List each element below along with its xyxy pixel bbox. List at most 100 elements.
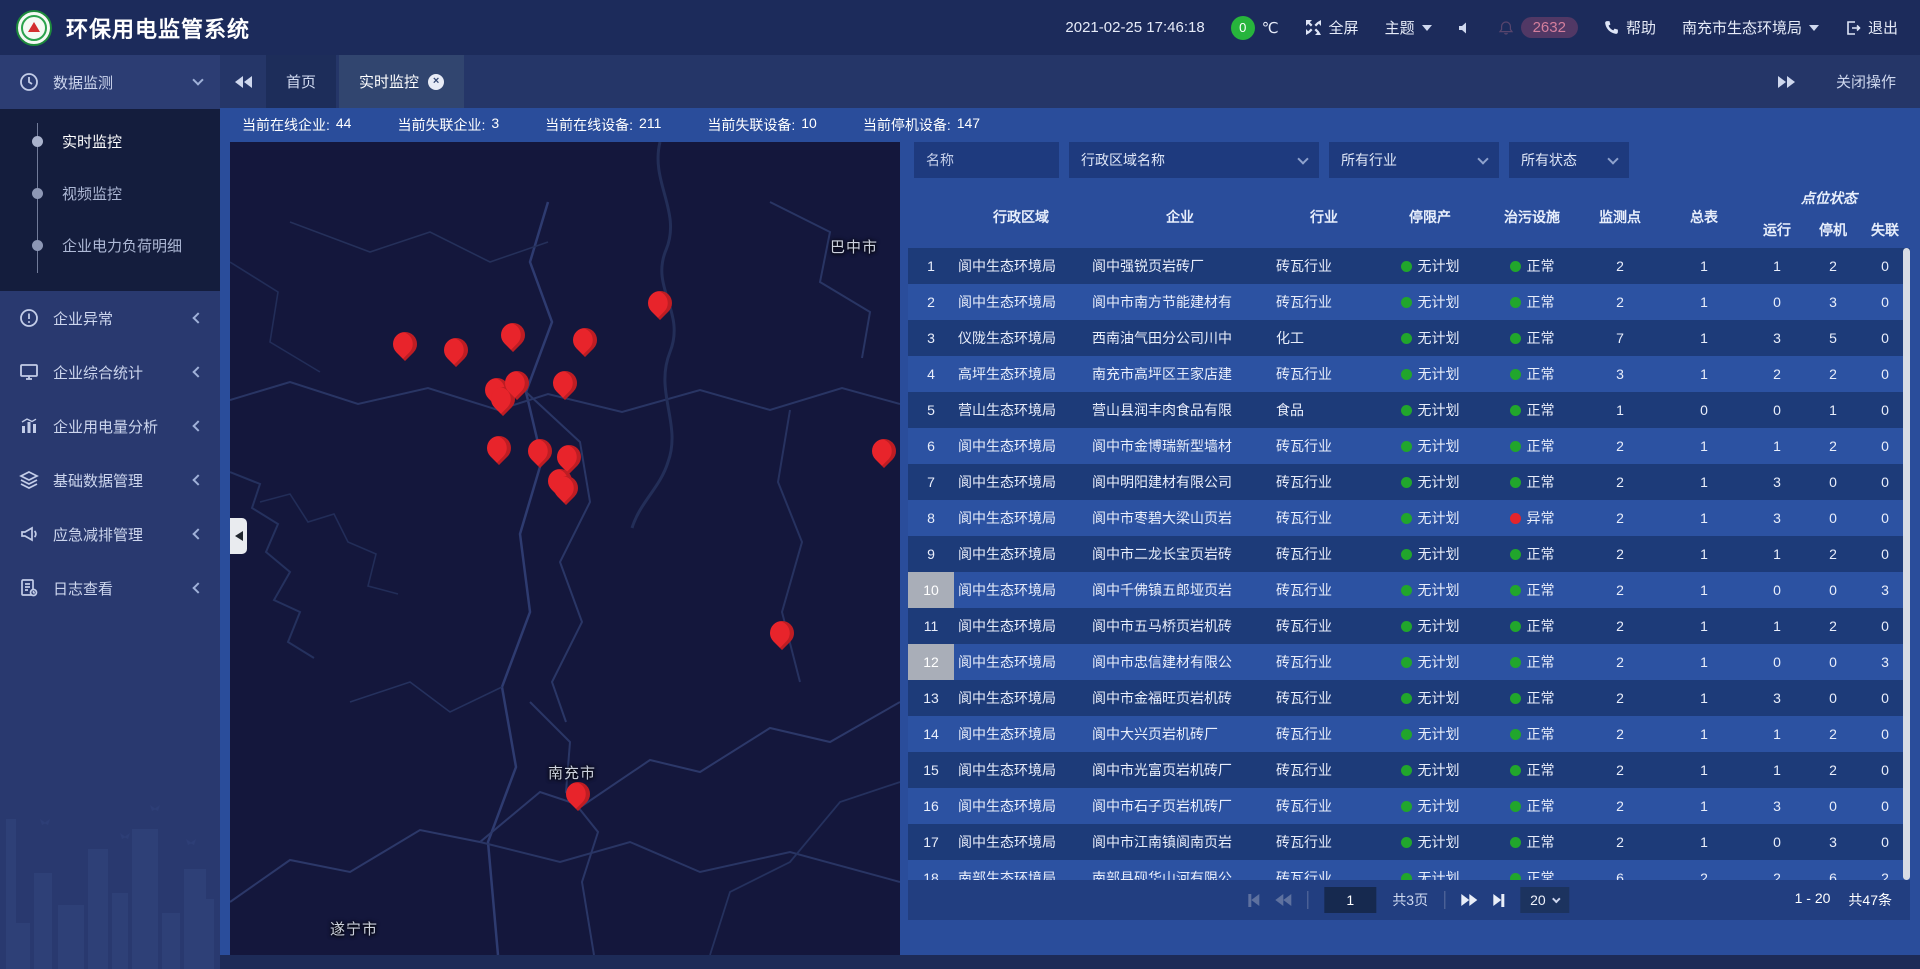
table-row[interactable]: 8 阆中生态环境局 阆中市枣碧大梁山页岩 砖瓦行业 无计划 异常 2 1 3 0… bbox=[908, 500, 1910, 536]
alert-icon bbox=[18, 307, 40, 329]
sidebar-subitem-2[interactable]: 企业电力负荷明细 bbox=[0, 219, 220, 271]
sidebar-item-4[interactable]: 基础数据管理 bbox=[0, 453, 220, 507]
cell-stop: 5 bbox=[1806, 320, 1860, 356]
row-index: 17 bbox=[908, 824, 954, 860]
table-row[interactable]: 12 阆中生态环境局 阆中市忠信建材有限公 砖瓦行业 无计划 正常 2 1 0 … bbox=[908, 644, 1910, 680]
notifications[interactable]: 2632 bbox=[1498, 17, 1578, 38]
cell-region: 南部生态环境局 bbox=[954, 860, 1088, 880]
table-row[interactable]: 16 阆中生态环境局 阆中市石子页岩机砖厂 砖瓦行业 无计划 正常 2 1 3 … bbox=[908, 788, 1910, 824]
cell-limit: 无计划 bbox=[1376, 320, 1484, 356]
logout-button[interactable]: 退出 bbox=[1845, 17, 1898, 38]
sidebar-item-0[interactable]: 数据监测 bbox=[0, 55, 220, 109]
status-dot-green bbox=[1401, 801, 1412, 812]
table-row[interactable]: 13 阆中生态环境局 阆中市金福旺页岩机砖 砖瓦行业 无计划 正常 2 1 3 … bbox=[908, 680, 1910, 716]
tab-realtime-monitor[interactable]: 实时监控 × bbox=[339, 55, 464, 108]
cell-points: 2 bbox=[1580, 428, 1660, 464]
sidebar-item-5[interactable]: 应急减排管理 bbox=[0, 507, 220, 561]
name-filter-input[interactable] bbox=[914, 142, 1059, 178]
mute-button[interactable] bbox=[1458, 21, 1472, 35]
row-index: 3 bbox=[908, 320, 954, 356]
status-filter-select[interactable]: 所有状态 bbox=[1509, 142, 1629, 178]
sidebar-item-3[interactable]: 企业用电量分析 bbox=[0, 399, 220, 453]
chevron-down-icon bbox=[192, 74, 203, 85]
cell-facility: 正常 bbox=[1484, 248, 1580, 284]
first-page-button[interactable] bbox=[1248, 894, 1259, 907]
cell-meter: 1 bbox=[1660, 752, 1748, 788]
status-dot-green bbox=[1401, 297, 1412, 308]
next-page-button[interactable] bbox=[1461, 894, 1477, 906]
cell-points: 2 bbox=[1580, 608, 1660, 644]
cell-region: 阆中生态环境局 bbox=[954, 572, 1088, 608]
sidebar-subitem-1[interactable]: 视频监控 bbox=[0, 167, 220, 219]
table-row[interactable]: 14 阆中生态环境局 阆中大兴页岩机砖厂 砖瓦行业 无计划 正常 2 1 1 2… bbox=[908, 716, 1910, 752]
prev-page-button[interactable] bbox=[1275, 894, 1291, 906]
sidebar-item-6[interactable]: 日志查看 bbox=[0, 561, 220, 615]
table-row[interactable]: 6 阆中生态环境局 阆中市金博瑞新型墙材 砖瓦行业 无计划 正常 2 1 1 2… bbox=[908, 428, 1910, 464]
table-row[interactable]: 9 阆中生态环境局 阆中市二龙长宝页岩砖 砖瓦行业 无计划 正常 2 1 1 2… bbox=[908, 536, 1910, 572]
cell-stop: 2 bbox=[1806, 356, 1860, 392]
cell-run: 0 bbox=[1748, 572, 1806, 608]
table-row[interactable]: 18 南部生态环境局 南部县砚华山河有限公 砖瓦行业 无计划 正常 6 2 2 … bbox=[908, 860, 1910, 880]
cell-meter: 0 bbox=[1660, 392, 1748, 428]
chevron-down-icon bbox=[1607, 153, 1618, 164]
cell-meter: 1 bbox=[1660, 320, 1748, 356]
filter-bar: 行政区域名称 所有行业 所有状态 bbox=[908, 142, 1910, 186]
org-dropdown[interactable]: 南充市生态环境局 bbox=[1682, 17, 1819, 38]
col-limit: 停限产 bbox=[1376, 207, 1484, 227]
table-row[interactable]: 3 仪陇生态环境局 西南油气田分公司川中 化工 无计划 正常 7 1 3 5 0 bbox=[908, 320, 1910, 356]
cell-meter: 1 bbox=[1660, 464, 1748, 500]
theme-dropdown[interactable]: 主题 bbox=[1385, 17, 1432, 38]
cell-points: 6 bbox=[1580, 860, 1660, 880]
sidebar-subitem-0[interactable]: 实时监控 bbox=[0, 115, 220, 167]
submenu-label: 企业电力负荷明细 bbox=[62, 235, 182, 256]
region-filter-select[interactable]: 行政区域名称 bbox=[1069, 142, 1319, 178]
tabs-scroll-right-button[interactable] bbox=[1764, 76, 1810, 88]
sidebar-item-2[interactable]: 企业综合统计 bbox=[0, 345, 220, 399]
col-region: 行政区域 bbox=[954, 207, 1088, 227]
fullscreen-button[interactable]: 全屏 bbox=[1305, 17, 1359, 38]
table-row[interactable]: 1 阆中生态环境局 阆中强锐页岩砖厂 砖瓦行业 无计划 正常 2 1 1 2 0 bbox=[908, 248, 1910, 284]
cell-meter: 1 bbox=[1660, 716, 1748, 752]
temperature-chip: 0 bbox=[1231, 16, 1255, 40]
col-stop: 停机 bbox=[1806, 220, 1860, 240]
page-input[interactable]: 1 bbox=[1324, 887, 1376, 913]
close-operations-button[interactable]: 关闭操作 bbox=[1836, 71, 1896, 92]
content: 当前在线企业: 44 当前失联企业: 3 当前在线设备: 211 当前失联设备:… bbox=[220, 108, 1920, 955]
tab-close-icon[interactable]: × bbox=[428, 74, 444, 90]
table-row[interactable]: 17 阆中生态环境局 阆中市江南镇阆南页岩 砖瓦行业 无计划 正常 2 1 0 … bbox=[908, 824, 1910, 860]
cell-run: 3 bbox=[1748, 500, 1806, 536]
cell-points: 2 bbox=[1580, 644, 1660, 680]
top-header: 环保用电监管系统 2021-02-25 17:46:18 0 ℃ 全屏 bbox=[0, 0, 1920, 55]
table-row[interactable]: 2 阆中生态环境局 阆中市南方节能建材有 砖瓦行业 无计划 正常 2 1 0 3… bbox=[908, 284, 1910, 320]
table-scrollbar[interactable] bbox=[1903, 248, 1910, 880]
sidebar-item-1[interactable]: 企业异常 bbox=[0, 291, 220, 345]
status-dot-green bbox=[1510, 333, 1521, 344]
cell-run: 0 bbox=[1748, 824, 1806, 860]
cell-industry: 砖瓦行业 bbox=[1272, 356, 1376, 392]
cell-company: 南充市高坪区王家店建 bbox=[1088, 356, 1272, 392]
cell-meter: 1 bbox=[1660, 428, 1748, 464]
table-row[interactable]: 7 阆中生态环境局 阆中明阳建材有限公司 砖瓦行业 无计划 正常 2 1 3 0… bbox=[908, 464, 1910, 500]
tabs-scroll-left-button[interactable] bbox=[220, 55, 266, 108]
submenu-label: 视频监控 bbox=[62, 183, 122, 204]
cell-stop: 0 bbox=[1806, 788, 1860, 824]
help-button[interactable]: 帮助 bbox=[1604, 17, 1656, 38]
col-run: 运行 bbox=[1748, 220, 1806, 240]
cell-company: 阆中市二龙长宝页岩砖 bbox=[1088, 536, 1272, 572]
map-collapse-button[interactable] bbox=[230, 518, 247, 554]
tab-home[interactable]: 首页 bbox=[266, 55, 336, 108]
range-label: 1 - 20 bbox=[1795, 890, 1831, 910]
table-row[interactable]: 10 阆中生态环境局 阆中千佛镇五郎垭页岩 砖瓦行业 无计划 正常 2 1 0 … bbox=[908, 572, 1910, 608]
table-row[interactable]: 4 高坪生态环境局 南充市高坪区王家店建 砖瓦行业 无计划 正常 3 1 2 2… bbox=[908, 356, 1910, 392]
sidebar-item-label: 数据监测 bbox=[53, 72, 194, 93]
last-page-button[interactable] bbox=[1493, 894, 1504, 907]
table-row[interactable]: 11 阆中生态环境局 阆中市五马桥页岩机砖 砖瓦行业 无计划 正常 2 1 1 … bbox=[908, 608, 1910, 644]
page-size-select[interactable]: 20 bbox=[1520, 887, 1570, 913]
status-dot-green bbox=[1401, 333, 1412, 344]
cell-region: 营山生态环境局 bbox=[954, 392, 1088, 428]
industry-filter-select[interactable]: 所有行业 bbox=[1329, 142, 1499, 178]
cell-company: 阆中市光富页岩机砖厂 bbox=[1088, 752, 1272, 788]
table-row[interactable]: 5 营山生态环境局 营山县润丰肉食品有限 食品 无计划 正常 1 0 0 1 0 bbox=[908, 392, 1910, 428]
table-row[interactable]: 15 阆中生态环境局 阆中市光富页岩机砖厂 砖瓦行业 无计划 正常 2 1 1 … bbox=[908, 752, 1910, 788]
cell-facility: 正常 bbox=[1484, 608, 1580, 644]
